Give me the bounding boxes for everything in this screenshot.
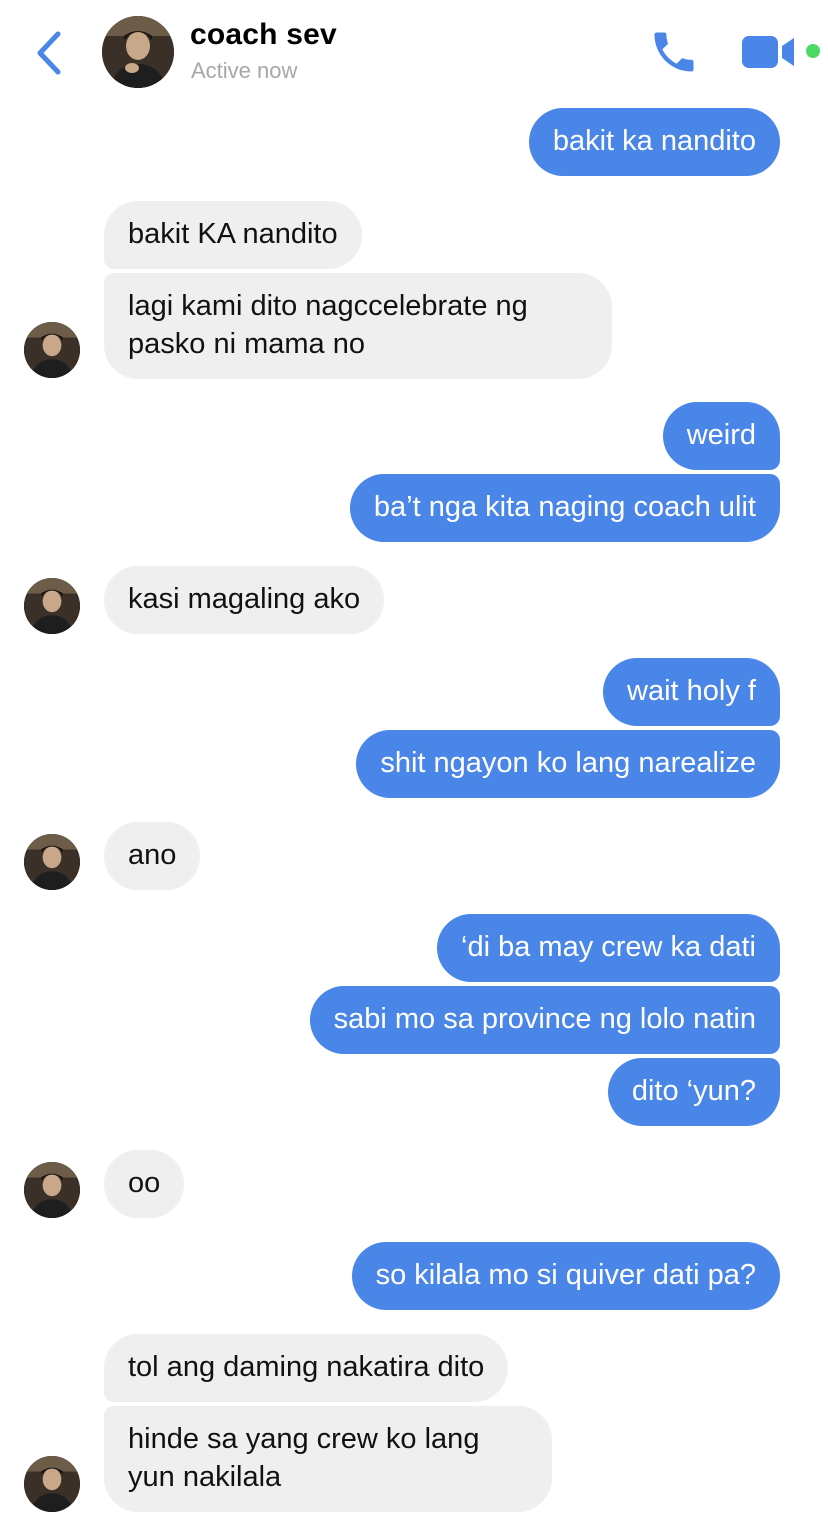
contact-avatar[interactable] (102, 16, 174, 88)
message-bubble-incoming[interactable]: oo (104, 1150, 185, 1218)
person-photo-icon (24, 834, 80, 890)
message-bubble-outgoing[interactable]: weird (662, 402, 780, 470)
chat-header: coach sev Active now (0, 0, 828, 100)
person-photo-icon (24, 322, 80, 378)
message-bubble-incoming[interactable]: ano (104, 822, 201, 890)
message-bubble-outgoing[interactable]: wait holy f (603, 658, 780, 726)
message-bubble-outgoing[interactable]: bakit ka nandito (528, 108, 780, 176)
message-bubble-outgoing[interactable]: ‘di ba may crew ka dati (437, 914, 780, 982)
message-bubble-outgoing[interactable]: sabi mo sa province ng lolo natin (309, 986, 780, 1054)
sender-avatar[interactable] (24, 1456, 80, 1512)
sender-avatar[interactable] (24, 322, 80, 378)
message-bubble-incoming[interactable]: bakit KA nandito (104, 201, 362, 269)
message-bubble-incoming[interactable]: hinde sa yang crew ko lang yun nakilala (104, 1406, 552, 1512)
message-bubble-outgoing[interactable]: dito ‘yun? (607, 1058, 780, 1126)
video-call-button[interactable] (740, 32, 800, 72)
active-status: Active now (191, 58, 298, 83)
phone-icon (654, 32, 694, 72)
video-camera-icon (742, 36, 794, 68)
sender-avatar[interactable] (24, 578, 80, 634)
message-bubble-outgoing[interactable]: ba’t nga kita naging coach ulit (349, 474, 780, 542)
message-bubble-incoming[interactable]: kasi magaling ako (104, 566, 385, 634)
contact-name[interactable]: coach sev (190, 18, 337, 52)
voice-call-button[interactable] (648, 26, 700, 78)
online-indicator (806, 44, 820, 58)
message-bubble-outgoing[interactable]: so kilala mo si quiver dati pa? (351, 1242, 780, 1310)
message-bubble-incoming[interactable]: tol ang daming nakatira dito (104, 1334, 509, 1402)
person-photo-icon (24, 1162, 80, 1218)
person-photo-icon (24, 1456, 80, 1512)
message-bubble-incoming[interactable]: lagi kami dito nagccelebrate ng pasko ni… (104, 273, 612, 379)
message-bubble-outgoing[interactable]: shit ngayon ko lang narealize (356, 730, 780, 798)
person-photo-icon (102, 16, 174, 88)
person-photo-icon (24, 578, 80, 634)
sender-avatar[interactable] (24, 1162, 80, 1218)
sender-avatar[interactable] (24, 834, 80, 890)
chevron-left-icon (37, 31, 61, 75)
back-button[interactable] (30, 28, 70, 78)
